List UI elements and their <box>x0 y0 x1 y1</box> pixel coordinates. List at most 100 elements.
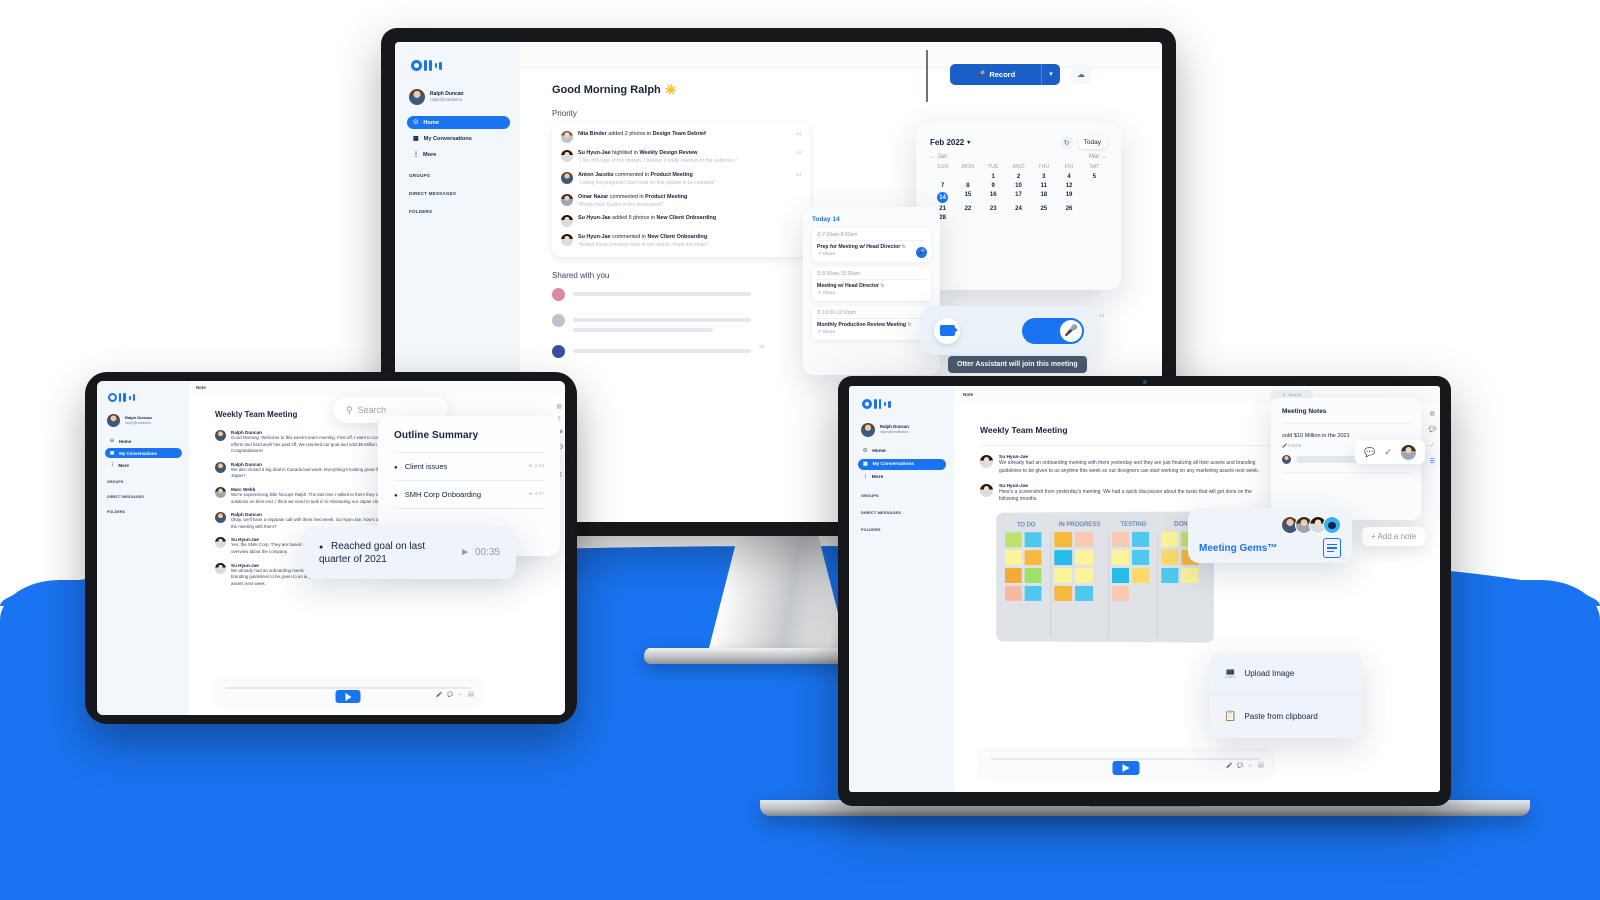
share-label[interactable]: Share <box>822 252 835 257</box>
sidebar-item-my-conversations[interactable]: ▦ My Conversations <box>858 459 946 470</box>
calendar-day[interactable]: 26 <box>1056 206 1081 212</box>
audio-player[interactable]: 🎤 💬 ✓ 🖼 <box>980 751 1272 779</box>
sidebar-section-groups[interactable]: GROUPS <box>861 493 946 498</box>
comment-icon[interactable]: 💬 <box>447 692 453 698</box>
progress-bar[interactable] <box>225 687 471 689</box>
calendar-day[interactable]: 3 <box>1031 174 1056 180</box>
calendar-day[interactable]: 16 <box>981 192 1006 203</box>
sidebar-item-my-conversations[interactable]: ▦ My Conversations <box>105 448 182 458</box>
calendar-day[interactable]: 4 <box>1056 174 1081 180</box>
avatar[interactable] <box>1400 444 1416 460</box>
avatar-stack[interactable] <box>1199 516 1341 534</box>
sidebar-item-my-conversations[interactable]: ▦ My Conversations <box>407 132 510 145</box>
sidebar-user[interactable]: Ralph Duncan ralph@marketcs <box>861 423 946 437</box>
sidebar-section-direct-messages[interactable]: DIRECT MESSAGES <box>861 510 946 515</box>
sidebar-item-home[interactable]: ☉ Home <box>407 116 510 129</box>
calendar-day-selected[interactable]: 14 <box>937 192 949 203</box>
table-row[interactable]: Su Hyun-Jae added 5 photos in New Client… <box>561 215 801 228</box>
document-icon[interactable] <box>1323 538 1341 558</box>
calendar-day[interactable]: 8 <box>955 183 980 189</box>
menu-item-upload-image[interactable]: 💻 Upload Image <box>1210 653 1362 695</box>
calendar-day[interactable]: 1 <box>981 174 1006 180</box>
otter-logo[interactable] <box>862 399 946 409</box>
sidebar-item-home[interactable]: ☉ Home <box>105 436 182 446</box>
sidebar-item-more[interactable]: ⋮ More <box>105 460 182 470</box>
notes-rail[interactable]: ▦ 💬 ✓ ☰ <box>1429 410 1436 465</box>
microphone-icon[interactable]: 🎤 <box>1226 763 1232 769</box>
video-toggle-button[interactable] <box>934 317 960 344</box>
calendar-day[interactable]: 11 <box>1031 183 1056 189</box>
microphone-toggle[interactable]: 🎤 <box>1022 317 1084 344</box>
check-circle-icon[interactable]: ✓ <box>1248 763 1252 769</box>
sidebar-section-folders[interactable]: FOLDERS <box>409 209 510 214</box>
sidebar-user[interactable]: Ralph Duncan ralph@marketcs <box>409 89 510 105</box>
sidebar-section-groups[interactable]: GROUPS <box>107 480 182 484</box>
table-row[interactable]: Su Hyun-Jae highlited in Weekly Design R… <box>561 150 801 165</box>
outline-item[interactable]: ● SMH Corp Onboarding ► 4:37 <box>394 481 544 508</box>
progress-bar[interactable] <box>991 758 1261 760</box>
table-row[interactable]: Su Hyun-Jae commented in New Client Onbo… <box>561 234 801 249</box>
record-button-group[interactable]: 🎤 Record ▾ <box>950 64 1060 85</box>
otter-logo[interactable] <box>411 60 510 71</box>
list-icon[interactable]: ☰ <box>1430 458 1435 465</box>
calendar-month-selector[interactable]: Feb 2022 ▾ <box>930 138 970 147</box>
otter-logo[interactable] <box>108 393 182 402</box>
breadcrumb[interactable]: Note <box>189 381 565 396</box>
sidebar-section-folders[interactable]: FOLDERS <box>107 510 182 514</box>
kanban-board-image[interactable]: TO DO IN PROGRESS TESTING DONE <box>996 511 1214 643</box>
comment-icon[interactable]: 💬 <box>1237 763 1243 769</box>
cloud-upload-button[interactable]: ☁ <box>1071 64 1091 84</box>
play-button[interactable] <box>335 690 361 703</box>
calendar-day[interactable]: 12 <box>1056 183 1081 189</box>
sidebar-item-more[interactable]: ⋮ More <box>858 473 946 482</box>
play-icon[interactable]: ► <box>529 464 534 469</box>
microphone-icon[interactable]: 🎤 <box>436 692 442 698</box>
sidebar-item-more[interactable]: ⋮ More <box>407 148 510 161</box>
add-note-button[interactable]: + Add a note <box>1362 527 1426 546</box>
calendar-day[interactable]: 19 <box>1056 192 1081 203</box>
calendar-day[interactable]: 24 <box>1006 206 1031 212</box>
calendar-day[interactable]: 7 <box>930 183 955 189</box>
next-month-button[interactable]: Mar → <box>1089 154 1107 160</box>
sidebar-section-direct-messages[interactable]: DIRECT MESSAGES <box>107 495 182 499</box>
prev-month-button[interactable]: ← Jan <box>930 154 947 160</box>
sidebar-section-folders[interactable]: FOLDERS <box>861 527 946 532</box>
comment-icon[interactable]: 💬 <box>1364 447 1375 458</box>
today-button[interactable]: Today <box>1077 136 1107 149</box>
agenda-event[interactable]: ⏱ 8:30am-10:00am Meeting w/ Head Directo… <box>812 267 931 301</box>
share-label[interactable]: Share <box>822 291 835 296</box>
play-icon[interactable]: ► <box>460 547 470 558</box>
record-button[interactable]: 🎤 Record <box>950 64 1042 85</box>
calendar-day[interactable]: 25 <box>1031 206 1056 212</box>
audio-player[interactable]: 🎤 💬 ✓ 🖼 <box>215 681 481 707</box>
note-toolbar[interactable]: 💬 ✓ <box>1355 440 1425 464</box>
otter-avatar[interactable] <box>1323 516 1341 534</box>
calendar-day[interactable]: 17 <box>1006 192 1031 203</box>
highlight-pill[interactable]: ● Reached goal on last quarter of 2021 ►… <box>303 526 516 579</box>
calendar-day[interactable]: 10 <box>1006 183 1031 189</box>
calendar-day[interactable]: 22 <box>955 206 980 212</box>
meeting-note-snippet[interactable]: sold $10 Million in the 2021 <box>1282 432 1410 440</box>
microphone-icon[interactable]: 🎤 <box>916 247 927 258</box>
table-row[interactable]: Anton Jacobs commented in Product Meetin… <box>561 171 801 187</box>
check-circle-icon[interactable]: ✓ <box>1430 442 1435 449</box>
panel-icon[interactable]: ▦ <box>556 403 562 410</box>
image-icon[interactable]: 🖼 <box>468 692 474 698</box>
play-icon[interactable]: ► <box>529 492 534 497</box>
calendar-grid[interactable]: 1 2 3 4 5 7 8 9 10 11 12 14 15 16 17 18 19 21 22 23 24 25 26 28 <box>930 174 1107 221</box>
menu-item-paste-clipboard[interactable]: 📋 Paste from clipboard <box>1210 695 1362 737</box>
outline-item[interactable]: ● Client issues ► 2:16 <box>394 453 544 480</box>
check-circle-icon[interactable]: ✓ <box>1384 447 1392 458</box>
table-row[interactable]: Nita Binder added 2 photos in Design Tea… <box>561 131 801 143</box>
calendar-day[interactable]: 5 <box>1082 174 1107 180</box>
table-row[interactable]: Omar Nazar commented in Product Meeting … <box>561 193 801 209</box>
agenda-event[interactable]: ⏱ 7:00am-8:00am Prep for Meeting w/ Head… <box>812 228 931 262</box>
breadcrumb[interactable]: Note <box>963 392 973 397</box>
calendar-day[interactable]: 2 <box>1006 174 1031 180</box>
calendar-day[interactable]: 9 <box>981 183 1006 189</box>
sidebar-item-home[interactable]: ☉ Home <box>858 447 946 456</box>
sidebar-section-groups[interactable]: GROUPS <box>409 173 510 178</box>
search-input[interactable]: Search <box>358 405 387 415</box>
sidebar-section-direct-messages[interactable]: DIRECT MESSAGES <box>409 191 510 196</box>
calendar-day[interactable]: 23 <box>981 206 1006 212</box>
